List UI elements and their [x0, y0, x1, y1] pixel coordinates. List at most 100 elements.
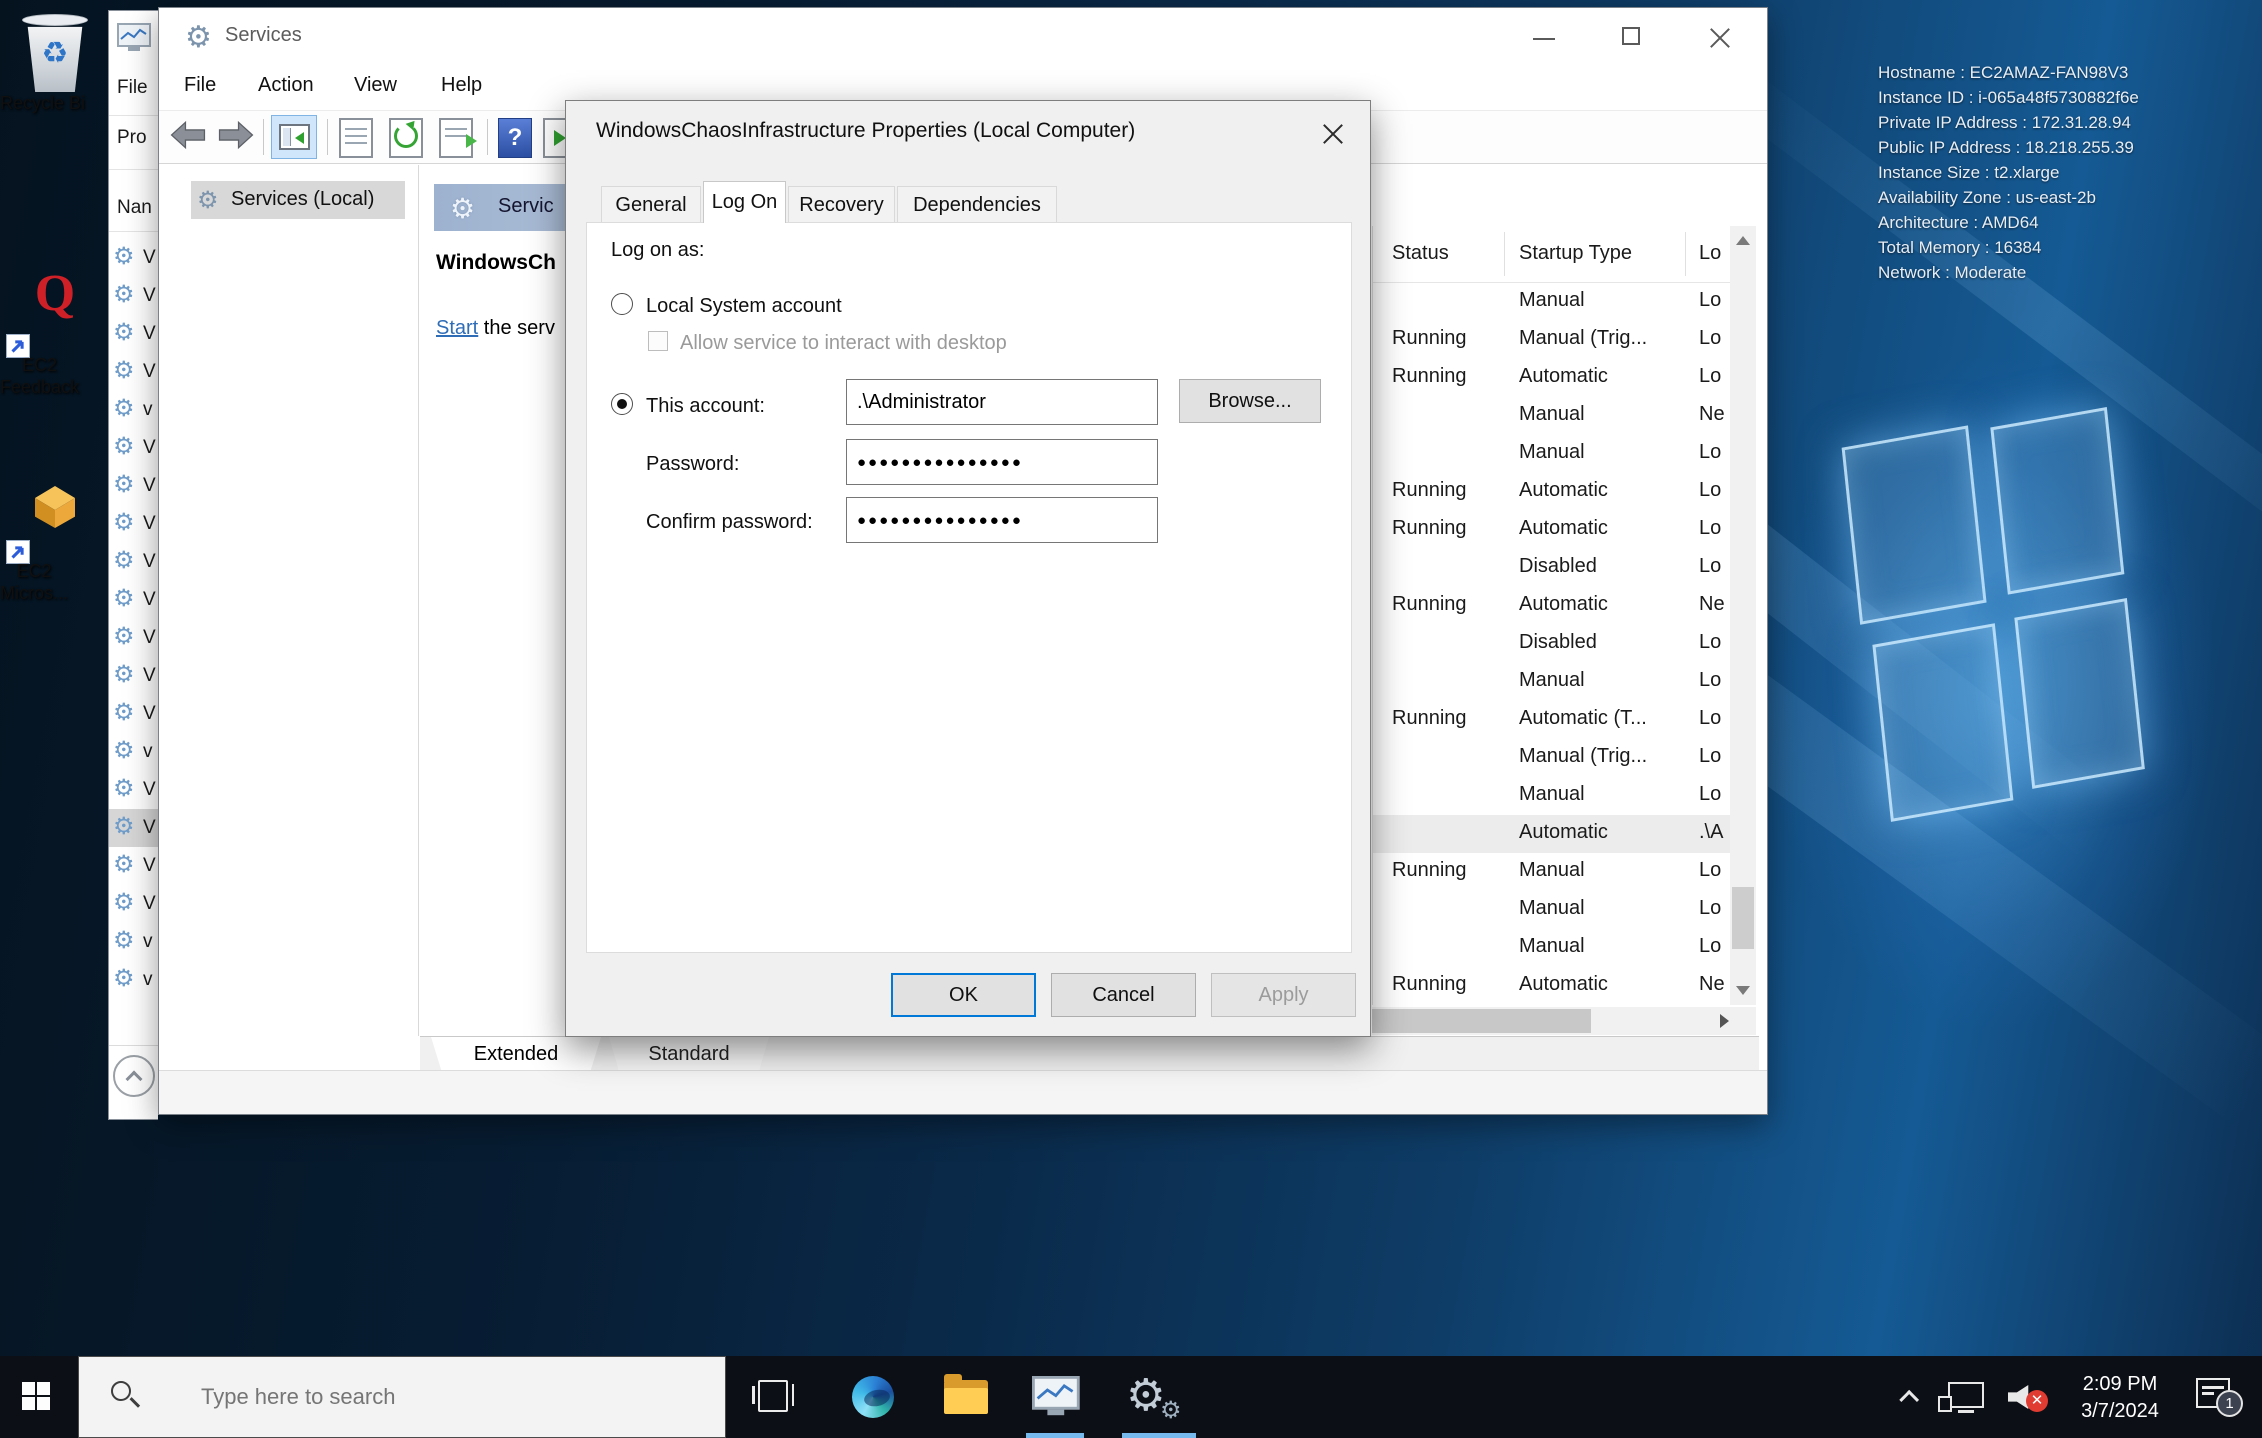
desktop-icon-ec2-feedback[interactable]: Q EC2 Feedback [0, 268, 110, 354]
collapse-button[interactable] [113, 1055, 155, 1097]
account-field[interactable] [846, 379, 1158, 425]
maximize-button[interactable] [1599, 8, 1665, 64]
service-row[interactable]: ManualNe [1373, 397, 1731, 435]
services-taskbar-button[interactable]: ⚙ ⚙ [1118, 1356, 1184, 1438]
radio-local-system-label[interactable]: Local System account [646, 295, 842, 318]
background-service-row[interactable]: ⚙V [109, 619, 158, 657]
background-service-row[interactable]: ⚙V [109, 315, 158, 353]
scroll-up-icon[interactable] [1736, 236, 1750, 245]
service-row[interactable]: RunningManualLo [1373, 853, 1731, 891]
service-row[interactable]: ManualLo [1373, 663, 1731, 701]
minimize-button[interactable] [1511, 8, 1577, 64]
confirm-password-field[interactable] [846, 497, 1158, 543]
start-service-link[interactable]: Start [436, 317, 478, 339]
network-icon[interactable] [1948, 1382, 1984, 1408]
horizontal-scrollbar[interactable] [1372, 1007, 1756, 1035]
dialog-close-button[interactable] [1314, 115, 1352, 153]
background-service-row[interactable]: ⚙V [109, 809, 158, 847]
scrollbar-thumb[interactable] [1372, 1009, 1591, 1033]
background-window[interactable]: File Pro Nan ⚙V⚙V⚙V⚙V⚙v⚙V⚙V⚙V⚙V⚙V⚙V⚙V⚙V⚙… [108, 10, 158, 1120]
service-row[interactable]: RunningAutomaticLo [1373, 473, 1731, 511]
scroll-right-icon[interactable] [1720, 1014, 1729, 1028]
service-row[interactable]: DisabledLo [1373, 625, 1731, 663]
column-divider[interactable] [1504, 232, 1505, 276]
service-row[interactable]: ManualLo [1373, 891, 1731, 929]
taskbar-clock[interactable]: 2:09 PM 3/7/2024 [2056, 1370, 2184, 1424]
service-row[interactable]: ManualLo [1373, 777, 1731, 815]
background-service-row[interactable]: ⚙V [109, 353, 158, 391]
start-button[interactable] [0, 1356, 74, 1438]
taskbar-search[interactable] [78, 1356, 726, 1438]
password-field[interactable] [846, 439, 1158, 485]
column-header-status[interactable]: Status [1392, 242, 1449, 265]
checkbox-interact-desktop[interactable] [648, 331, 668, 351]
file-explorer-button[interactable] [932, 1356, 998, 1438]
vertical-scrollbar[interactable] [1730, 226, 1756, 1005]
desktop-icon-recycle-bin[interactable]: ♻ Recycle Bi [0, 14, 110, 92]
service-row[interactable]: RunningAutomaticNe [1373, 967, 1731, 1005]
forward-button[interactable] [217, 118, 255, 157]
task-view-button[interactable] [742, 1356, 808, 1438]
close-button[interactable] [1687, 8, 1753, 64]
action-center-button[interactable]: 1 [2196, 1378, 2246, 1418]
menu-action[interactable]: Action [258, 74, 314, 97]
ok-button[interactable]: OK [891, 973, 1036, 1017]
background-service-row[interactable]: ⚙V [109, 239, 158, 277]
service-row[interactable]: ManualLo [1373, 929, 1731, 967]
background-service-row[interactable]: ⚙V [109, 695, 158, 733]
tab-extended[interactable]: Extended [431, 1037, 601, 1070]
tab-dependencies[interactable]: Dependencies [897, 186, 1057, 223]
background-service-row[interactable]: ⚙V [109, 467, 158, 505]
service-row[interactable]: DisabledLo [1373, 549, 1731, 587]
background-service-row[interactable]: ⚙v [109, 391, 158, 429]
service-row[interactable]: RunningAutomaticLo [1373, 359, 1731, 397]
menu-help[interactable]: Help [441, 74, 482, 97]
tab-log-on[interactable]: Log On [703, 181, 786, 223]
scrollbar-thumb[interactable] [1732, 887, 1754, 949]
radio-this-account[interactable] [611, 393, 633, 415]
column-header-startup-type[interactable]: Startup Type [1519, 242, 1632, 265]
background-service-row[interactable]: ⚙v [109, 961, 158, 999]
help-button[interactable]: ? [498, 118, 532, 158]
scroll-down-icon[interactable] [1736, 986, 1750, 995]
dialog-titlebar[interactable]: WindowsChaosInfrastructure Properties (L… [566, 101, 1370, 165]
services-titlebar[interactable]: ⚙ Services [159, 8, 1767, 64]
tab-recovery[interactable]: Recovery [788, 186, 895, 223]
background-service-row[interactable]: ⚙v [109, 733, 158, 771]
service-row[interactable]: Automatic.\A [1373, 815, 1731, 853]
column-divider[interactable] [1685, 232, 1686, 276]
back-button[interactable] [169, 118, 207, 157]
browse-button[interactable]: Browse... [1179, 379, 1321, 423]
background-service-row[interactable]: ⚙V [109, 277, 158, 315]
service-row[interactable]: RunningAutomaticNe [1373, 587, 1731, 625]
service-row[interactable]: Manual (Trig...Lo [1373, 739, 1731, 777]
tree-item-services-local[interactable]: ⚙ Services (Local) [191, 181, 405, 219]
background-service-row[interactable]: ⚙V [109, 771, 158, 809]
background-service-row[interactable]: ⚙V [109, 429, 158, 467]
tab-general[interactable]: General [601, 186, 701, 223]
background-service-row[interactable]: ⚙V [109, 505, 158, 543]
radio-local-system[interactable] [611, 293, 633, 315]
desktop-icon-ec2-micro[interactable]: EC2 Micros... [0, 478, 110, 560]
background-service-row[interactable]: ⚙V [109, 543, 158, 581]
properties-button[interactable] [339, 118, 373, 158]
export-list-button[interactable] [439, 118, 473, 158]
service-row[interactable]: ManualLo [1373, 435, 1731, 473]
background-service-row[interactable]: ⚙V [109, 581, 158, 619]
service-row[interactable]: RunningAutomatic (T...Lo [1373, 701, 1731, 739]
background-service-row[interactable]: ⚙v [109, 923, 158, 961]
service-row[interactable]: RunningAutomaticLo [1373, 511, 1731, 549]
column-header-log-on-as[interactable]: Lo [1699, 242, 1721, 265]
search-input[interactable] [199, 1379, 679, 1415]
background-name-column-header[interactable]: Nan [117, 197, 152, 219]
background-menu-file[interactable]: File [117, 77, 148, 99]
cancel-button[interactable]: Cancel [1051, 973, 1196, 1017]
refresh-button[interactable] [389, 118, 423, 158]
menu-file[interactable]: File [184, 74, 216, 97]
tab-standard[interactable]: Standard [609, 1037, 769, 1070]
volume-muted-icon[interactable]: ✕ [2008, 1380, 2042, 1414]
service-row[interactable]: RunningManual (Trig...Lo [1373, 321, 1731, 359]
perfmon-taskbar-button[interactable] [1022, 1356, 1088, 1438]
background-service-row[interactable]: ⚙V [109, 885, 158, 923]
menu-view[interactable]: View [354, 74, 397, 97]
